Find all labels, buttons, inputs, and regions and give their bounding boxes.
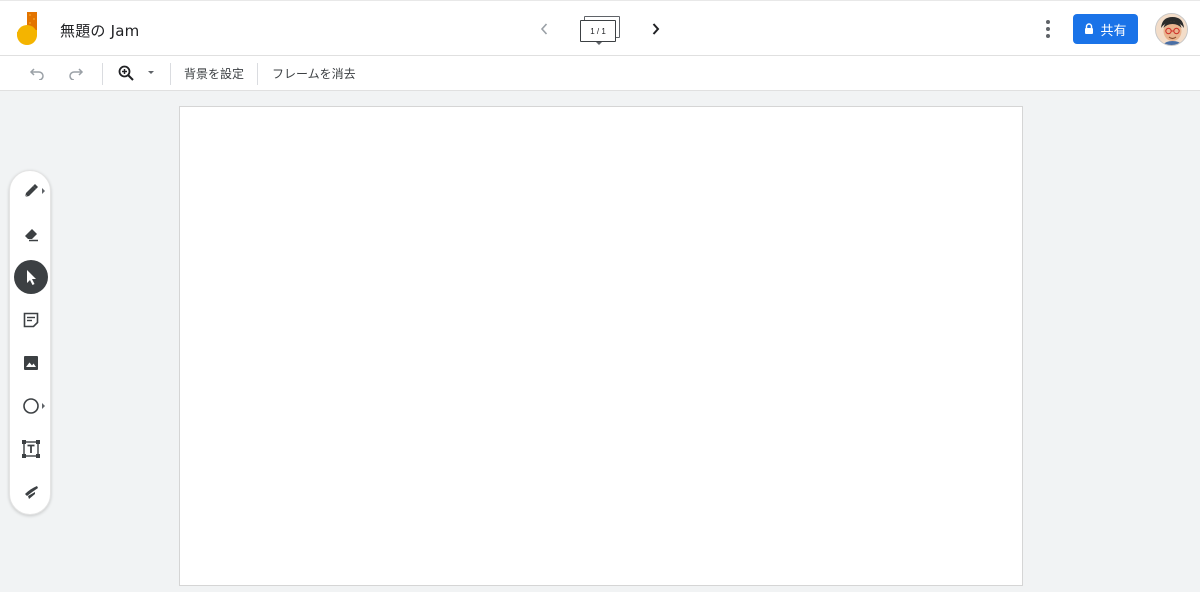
redo-button[interactable]	[65, 61, 87, 85]
more-options-button[interactable]	[1038, 17, 1058, 41]
pen-tool[interactable]	[14, 174, 48, 208]
submenu-caret-icon	[42, 403, 45, 409]
eraser-icon	[25, 229, 38, 242]
frame-count: 1 / 1	[580, 20, 616, 42]
sticky-note-icon	[23, 312, 39, 328]
image-icon	[24, 356, 38, 370]
dropdown-caret-icon	[148, 71, 154, 74]
user-avatar-image	[1156, 14, 1187, 45]
chevron-left-icon	[540, 23, 548, 35]
jamboard-logo[interactable]	[16, 12, 42, 46]
image-tool[interactable]	[14, 346, 48, 380]
text-box-icon	[22, 440, 40, 458]
zoom-dropdown-button[interactable]	[144, 61, 158, 85]
frame-bar-toggle[interactable]: 1 / 1	[578, 14, 624, 48]
pen-icon	[24, 184, 38, 198]
circle-shape-icon	[23, 398, 39, 414]
jam-canvas[interactable]	[179, 106, 1023, 586]
toolbar-divider	[102, 63, 103, 85]
zoom-button[interactable]	[114, 61, 138, 85]
sticky-note-tool[interactable]	[14, 303, 48, 337]
document-title[interactable]: 無題の Jam	[60, 20, 139, 41]
laser-tool[interactable]	[14, 475, 48, 509]
more-vert-dot	[1046, 34, 1050, 38]
text-box-tool[interactable]	[14, 432, 48, 466]
share-button[interactable]: 共有	[1073, 14, 1138, 44]
tool-palette	[9, 170, 51, 515]
submenu-caret-icon	[42, 188, 45, 194]
avatar[interactable]	[1155, 13, 1188, 46]
next-frame-button[interactable]	[645, 17, 667, 41]
more-vert-icon	[1046, 20, 1050, 24]
undo-icon	[29, 68, 44, 80]
laser-pointer-icon	[25, 486, 38, 499]
lock-icon	[1085, 23, 1094, 34]
set-background-button[interactable]: 背景を設定	[184, 61, 244, 85]
edit-toolbar: 背景を設定 フレームを消去	[0, 56, 1200, 91]
app-header: 無題の Jam 1 / 1 共有	[0, 0, 1200, 56]
clear-frame-button[interactable]: フレームを消去	[272, 61, 356, 85]
eraser-tool[interactable]	[14, 217, 48, 251]
undo-button[interactable]	[26, 61, 48, 85]
previous-frame-button[interactable]	[533, 17, 555, 41]
toolbar-divider	[257, 63, 258, 85]
cursor-arrow-icon	[27, 270, 36, 285]
chevron-right-icon	[652, 23, 660, 35]
select-tool[interactable]	[14, 260, 48, 294]
toolbar-divider	[170, 63, 171, 85]
zoom-in-icon	[118, 65, 134, 81]
share-label: 共有	[1100, 23, 1127, 39]
chevron-down-icon	[596, 42, 602, 45]
shape-tool[interactable]	[14, 389, 48, 423]
redo-icon	[69, 68, 84, 80]
more-vert-dot	[1046, 27, 1050, 31]
